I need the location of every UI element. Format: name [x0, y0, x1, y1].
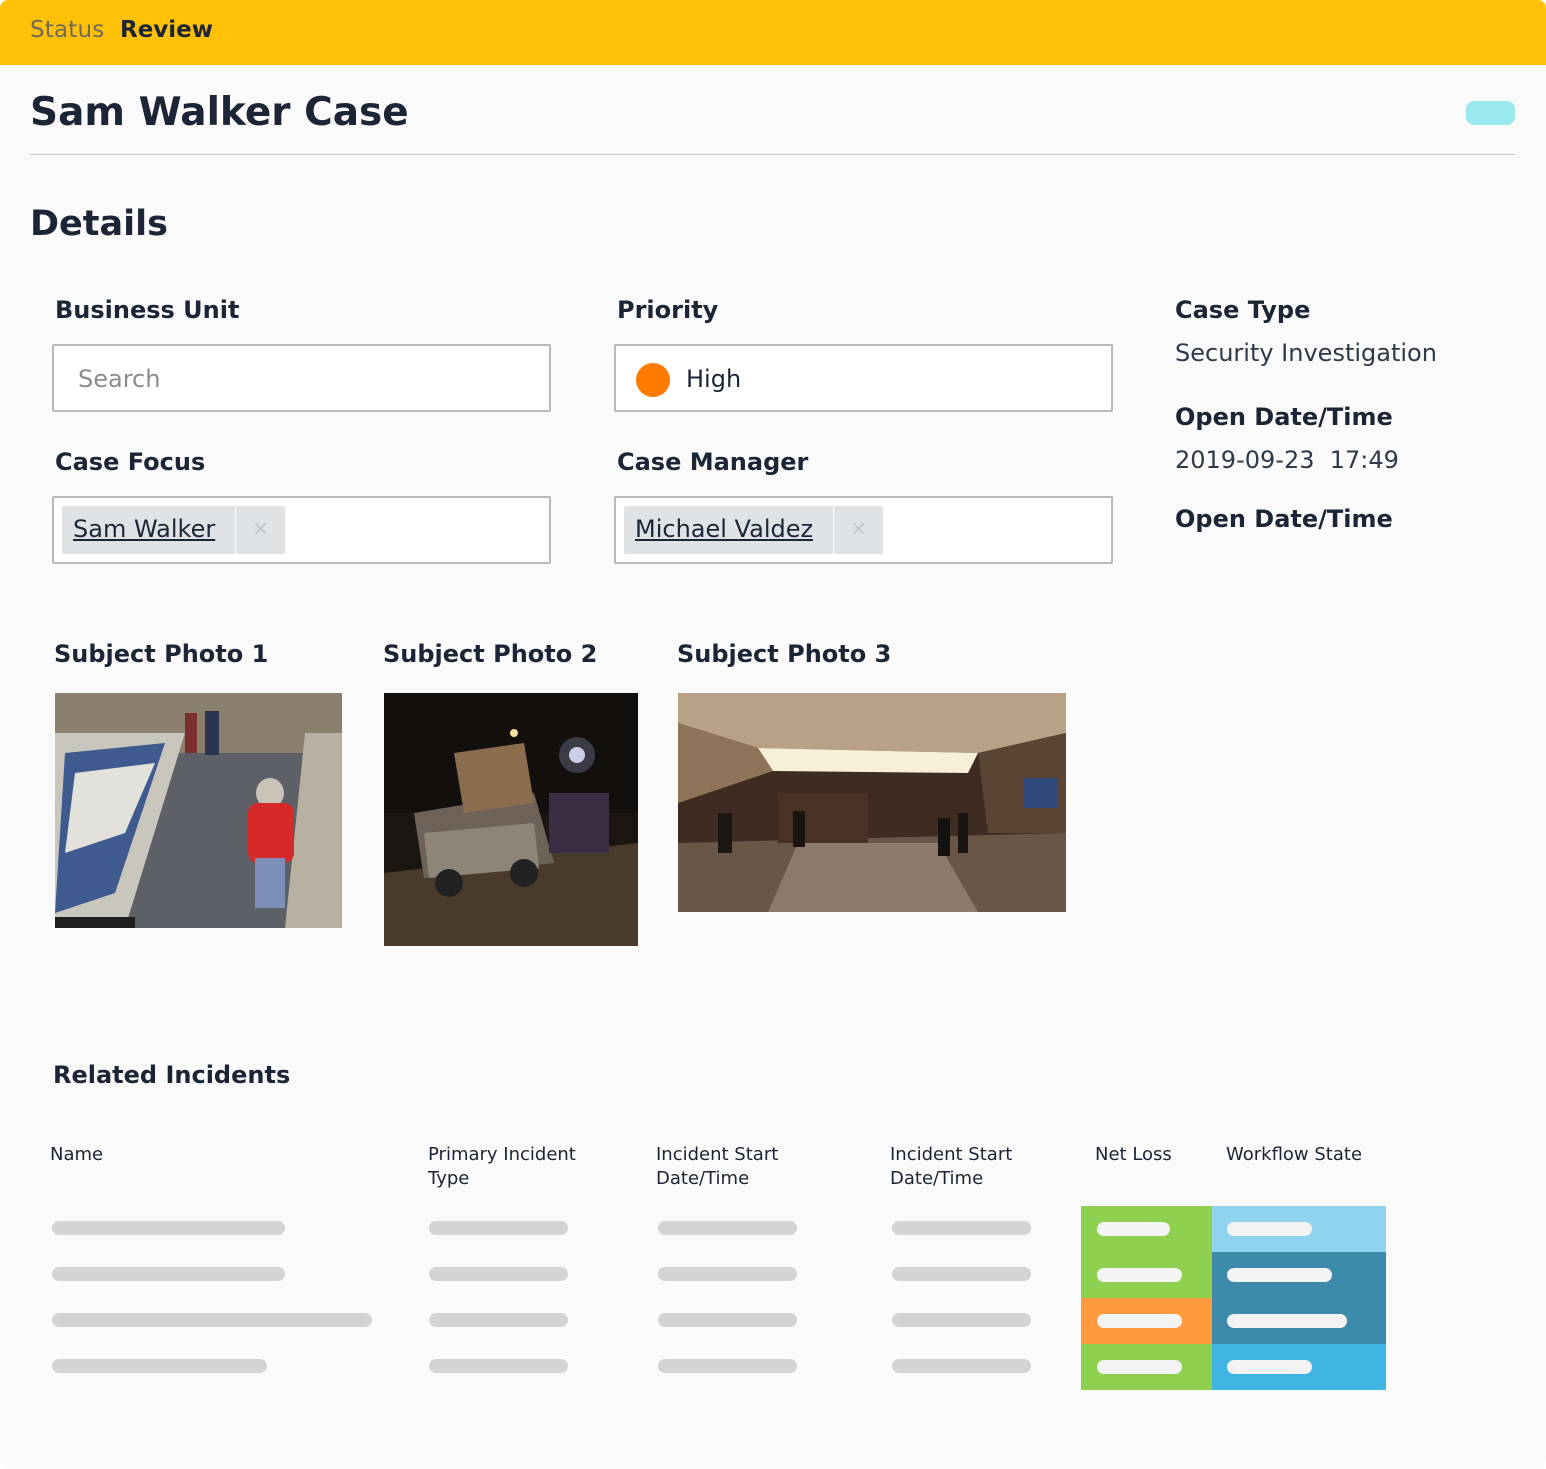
placeholder-bar	[1227, 1222, 1312, 1236]
status-value: Review	[120, 17, 214, 43]
status-bar: Status Review	[0, 0, 1546, 65]
open-date-label-2: Open Date/Time	[1175, 505, 1393, 533]
case-focus-input[interactable]: Sam Walker ×	[52, 496, 551, 564]
case-type-value: Security Investigation	[1175, 339, 1437, 367]
case-manager-chip-link[interactable]: Michael Valdez	[624, 506, 833, 554]
placeholder-bar	[52, 1313, 372, 1327]
subject-photo-1[interactable]	[55, 693, 342, 928]
priority-select[interactable]: High	[614, 344, 1113, 412]
subject-photo-2-label: Subject Photo 2	[383, 640, 598, 668]
placeholder-bar	[1227, 1360, 1312, 1374]
column-header-workflow-state[interactable]: Workflow State	[1226, 1143, 1396, 1167]
related-incidents-heading: Related Incidents	[53, 1061, 291, 1089]
subject-photo-1-label: Subject Photo 1	[54, 640, 269, 668]
placeholder-bar	[52, 1267, 285, 1281]
priority-value: High	[686, 365, 742, 393]
placeholder-bar	[892, 1313, 1031, 1327]
column-header-net-loss[interactable]: Net Loss	[1095, 1143, 1205, 1167]
business-unit-search-input[interactable]: Search	[52, 344, 551, 412]
case-card: Status Review Sam Walker Case Details Bu…	[0, 0, 1546, 1469]
status-label: Status	[30, 17, 105, 43]
case-manager-label: Case Manager	[617, 448, 809, 476]
placeholder-bar	[1227, 1314, 1347, 1328]
priority-label: Priority	[617, 296, 719, 324]
subject-photo-2[interactable]	[384, 693, 638, 946]
placeholder-bar	[1097, 1222, 1170, 1236]
placeholder-bar	[52, 1221, 285, 1235]
placeholder-bar	[892, 1221, 1031, 1235]
net-loss-cell	[1081, 1344, 1212, 1390]
title-divider	[30, 154, 1515, 155]
placeholder-bar	[1097, 1268, 1182, 1282]
net-loss-cell	[1081, 1206, 1212, 1252]
workflow-state-cell	[1212, 1298, 1386, 1344]
close-icon[interactable]: ×	[833, 506, 883, 554]
action-pill-button[interactable]	[1466, 101, 1515, 125]
placeholder-bar	[429, 1359, 568, 1373]
business-unit-label: Business Unit	[55, 296, 240, 324]
placeholder-bar	[429, 1221, 568, 1235]
placeholder-bar	[429, 1267, 568, 1281]
placeholder-bar	[658, 1359, 797, 1373]
subject-photo-3-label: Subject Photo 3	[677, 640, 892, 668]
column-header-incident-start[interactable]: Incident Start Date/Time	[656, 1143, 806, 1191]
placeholder-bar	[52, 1359, 267, 1373]
column-header-primary-incident-type[interactable]: Primary Incident Type	[428, 1143, 598, 1191]
workflow-state-cell	[1212, 1252, 1386, 1298]
case-focus-label: Case Focus	[55, 448, 206, 476]
business-unit-placeholder: Search	[78, 365, 161, 393]
case-type-label: Case Type	[1175, 296, 1311, 324]
placeholder-bar	[658, 1313, 797, 1327]
placeholder-bar	[658, 1221, 797, 1235]
workflow-state-cell	[1212, 1344, 1386, 1390]
priority-indicator-icon	[636, 363, 670, 397]
column-header-name[interactable]: Name	[50, 1143, 350, 1167]
net-loss-cell	[1081, 1298, 1212, 1344]
open-date-value: 2019-09-23 17:49	[1175, 446, 1399, 474]
column-header-incident-start-2[interactable]: Incident Start Date/Time	[890, 1143, 1040, 1191]
placeholder-bar	[658, 1267, 797, 1281]
subject-photo-3[interactable]	[678, 693, 1066, 912]
placeholder-bar	[1097, 1314, 1182, 1328]
placeholder-bar	[1227, 1268, 1332, 1282]
open-date-label: Open Date/Time	[1175, 403, 1393, 431]
details-heading: Details	[30, 204, 168, 244]
case-focus-chip-link[interactable]: Sam Walker	[62, 506, 235, 554]
page-title: Sam Walker Case	[30, 90, 409, 135]
placeholder-bar	[1097, 1360, 1182, 1374]
net-loss-cell	[1081, 1252, 1212, 1298]
case-manager-input[interactable]: Michael Valdez ×	[614, 496, 1113, 564]
placeholder-bar	[429, 1313, 568, 1327]
placeholder-bar	[892, 1359, 1031, 1373]
placeholder-bar	[892, 1267, 1031, 1281]
close-icon[interactable]: ×	[235, 506, 285, 554]
workflow-state-cell	[1212, 1206, 1386, 1252]
case-focus-chip: Sam Walker ×	[62, 506, 286, 554]
case-manager-chip: Michael Valdez ×	[624, 506, 884, 554]
